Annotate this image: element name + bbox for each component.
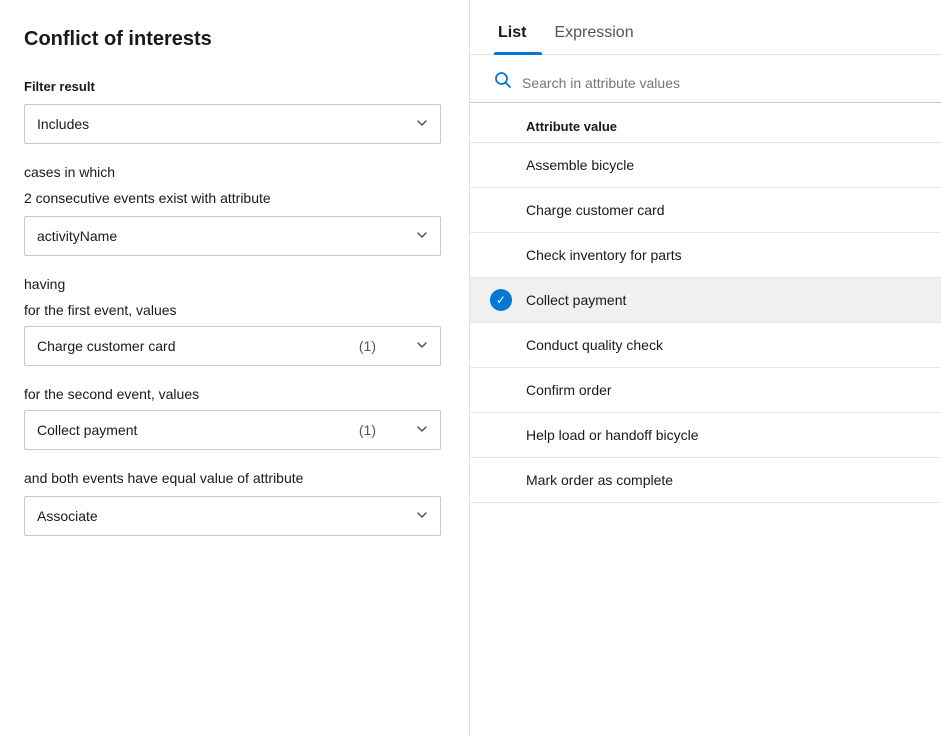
tab-expression[interactable]: Expression: [550, 16, 649, 54]
first-event-dropdown[interactable]: Charge customer card (1): [24, 326, 441, 366]
list-item[interactable]: Conduct quality check: [470, 323, 941, 368]
list-item[interactable]: Charge customer card: [470, 188, 941, 233]
second-event-label: for the second event, values: [24, 386, 441, 402]
list-item[interactable]: Check inventory for parts: [470, 233, 941, 278]
attribute-item-label: Check inventory for parts: [526, 247, 682, 263]
search-input[interactable]: [522, 75, 917, 91]
includes-value: Includes: [37, 116, 89, 132]
chevron-down-icon: [416, 422, 428, 438]
chevron-down-icon: [416, 228, 428, 244]
tabs-row: List Expression: [470, 16, 941, 55]
consecutive-events-text: 2 consecutive events exist with attribut…: [24, 190, 441, 206]
attribute-value: activityName: [37, 228, 117, 244]
second-event-dropdown[interactable]: Collect payment (1): [24, 410, 441, 450]
second-event-value: Collect payment: [37, 422, 137, 438]
list-item[interactable]: ✓ Collect payment: [470, 278, 941, 323]
attribute-item-label: Assemble bicycle: [526, 157, 634, 173]
first-event-count: (1): [359, 338, 376, 354]
list-item[interactable]: Help load or handoff bicycle: [470, 413, 941, 458]
attribute-list: Assemble bicycle Charge customer card Chec…: [470, 143, 941, 736]
search-container: [470, 71, 941, 103]
list-item[interactable]: Mark order as complete: [470, 458, 941, 503]
check-icon: ✓: [490, 289, 512, 311]
equal-value-text: and both events have equal value of attr…: [24, 470, 441, 486]
attribute-select-wrapper: activityName: [24, 216, 441, 256]
includes-dropdown[interactable]: Includes: [24, 104, 441, 144]
page-title: Conflict of interests: [24, 28, 441, 51]
attribute-header: Attribute value: [470, 111, 941, 143]
first-event-select-wrapper: Charge customer card (1): [24, 326, 441, 366]
attribute-item-label: Conduct quality check: [526, 337, 663, 353]
list-item[interactable]: Confirm order: [470, 368, 941, 413]
second-event-select-wrapper: Collect payment (1): [24, 410, 441, 450]
attribute-item-label: Collect payment: [526, 292, 626, 308]
attribute-item-label: Mark order as complete: [526, 472, 673, 488]
first-event-label: for the first event, values: [24, 302, 441, 318]
associate-select-wrapper: Associate: [24, 496, 441, 536]
tab-list[interactable]: List: [494, 16, 542, 54]
chevron-down-icon: [416, 116, 428, 132]
right-panel: List Expression Attribute value Assemble…: [470, 0, 941, 736]
second-event-group: for the second event, values Collect pay…: [24, 386, 441, 450]
includes-select-wrapper: Includes: [24, 104, 441, 144]
associate-dropdown[interactable]: Associate: [24, 496, 441, 536]
chevron-down-icon: [416, 338, 428, 354]
left-panel: Conflict of interests Filter result Incl…: [0, 0, 470, 736]
first-event-group: for the first event, values Charge custo…: [24, 302, 441, 366]
associate-value: Associate: [37, 508, 98, 524]
attribute-item-label: Help load or handoff bicycle: [526, 427, 699, 443]
search-icon: [494, 71, 512, 94]
having-text: having: [24, 276, 441, 292]
attribute-dropdown[interactable]: activityName: [24, 216, 441, 256]
attribute-item-label: Charge customer card: [526, 202, 665, 218]
filter-result-label: Filter result: [24, 79, 441, 94]
filter-result-group: Filter result Includes: [24, 79, 441, 144]
cases-in-which-text: cases in which: [24, 164, 441, 180]
list-item[interactable]: Assemble bicycle: [470, 143, 941, 188]
first-event-value: Charge customer card: [37, 338, 176, 354]
chevron-down-icon: [416, 508, 428, 524]
second-event-count: (1): [359, 422, 376, 438]
attribute-item-label: Confirm order: [526, 382, 612, 398]
